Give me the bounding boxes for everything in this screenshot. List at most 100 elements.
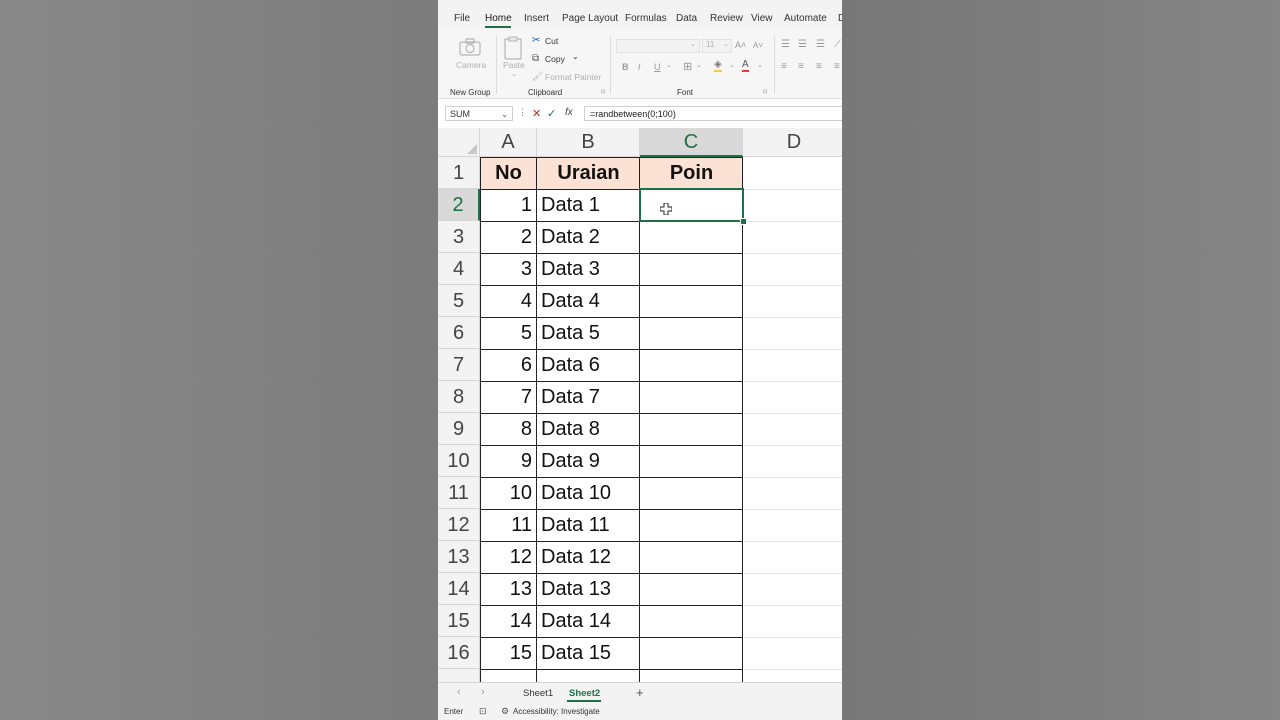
paste-button[interactable]: Paste ⌄	[500, 34, 526, 82]
tab-automate[interactable]: Automate	[784, 13, 827, 24]
font-color-icon[interactable]: A	[742, 60, 749, 72]
insert-function-button[interactable]: fx	[565, 107, 573, 118]
cut-button[interactable]: ✂ Cut	[532, 35, 592, 48]
cell-no[interactable]: 13	[480, 573, 537, 605]
column-header-d[interactable]: D	[743, 128, 842, 157]
chevron-right-icon[interactable]: ›	[481, 686, 485, 698]
cell-poin[interactable]	[640, 253, 743, 285]
cell-no[interactable]: 12	[480, 541, 537, 573]
cell-uraian[interactable]: Data 8	[537, 413, 640, 445]
column-header-c[interactable]: C	[640, 128, 743, 157]
cell-no[interactable]: 3	[480, 253, 537, 285]
cell-no[interactable]: 10	[480, 477, 537, 509]
clipboard-launcher-icon[interactable]: ⧅	[601, 88, 605, 96]
active-cell-selection[interactable]	[639, 188, 744, 222]
row-header-4[interactable]: 4	[438, 253, 480, 285]
tab-view[interactable]: View	[751, 13, 773, 24]
cell-poin[interactable]	[640, 605, 743, 637]
cell-uraian[interactable]: Data 1	[537, 189, 640, 221]
cell-no[interactable]: 9	[480, 445, 537, 477]
row-header-17[interactable]	[438, 669, 480, 682]
row-header-16[interactable]: 16	[438, 637, 480, 669]
select-all-corner[interactable]	[438, 128, 480, 157]
camera-button[interactable]: Camera	[452, 36, 488, 78]
copy-button[interactable]: ⧉ Copy ⌄	[532, 52, 592, 66]
cell-no[interactable]: 5	[480, 317, 537, 349]
row-header-10[interactable]: 10	[438, 445, 480, 477]
font-name-dropdown[interactable]: ⌄	[616, 39, 700, 53]
underline-button[interactable]: U	[654, 62, 661, 72]
align-right-icon[interactable]: ≡	[816, 61, 822, 72]
sheet-tab-sheet2[interactable]: Sheet2	[569, 688, 600, 699]
check-icon[interactable]: ✓	[547, 107, 556, 120]
cell-no[interactable]: 6	[480, 349, 537, 381]
row-header-8[interactable]: 8	[438, 381, 480, 413]
row-header-9[interactable]: 9	[438, 413, 480, 445]
cell-uraian[interactable]: Data 7	[537, 381, 640, 413]
orientation-icon[interactable]: ⟋	[834, 39, 841, 50]
align-middle-icon[interactable]: ☰	[798, 39, 807, 50]
fill-handle[interactable]	[740, 218, 747, 225]
align-center-icon[interactable]: ≡	[798, 61, 804, 72]
accessibility-icon[interactable]: ⚙	[501, 706, 509, 717]
cell-uraian[interactable]: Data 4	[537, 285, 640, 317]
cell-poin[interactable]	[640, 285, 743, 317]
cell-no[interactable]: 2	[480, 221, 537, 253]
decrease-font-icon[interactable]: A˅	[753, 41, 763, 50]
cell-poin[interactable]	[640, 477, 743, 509]
cell-poin[interactable]	[640, 445, 743, 477]
row-header-7[interactable]: 7	[438, 349, 480, 381]
cell-uraian[interactable]: Data 5	[537, 317, 640, 349]
accessibility-status[interactable]: Accessibility: Investigate	[513, 707, 600, 716]
cell-no[interactable]: 1	[480, 189, 537, 221]
name-box[interactable]: SUM ⌄	[445, 106, 513, 121]
fill-color-icon[interactable]: ◈	[714, 60, 722, 72]
cell-uraian[interactable]: Data 15	[537, 637, 640, 669]
row-header-14[interactable]: 14	[438, 573, 480, 605]
cell-no[interactable]: 7	[480, 381, 537, 413]
cell-uraian[interactable]: Data 3	[537, 253, 640, 285]
align-top-icon[interactable]: ☰	[781, 39, 790, 50]
indent-icon[interactable]: ≡	[834, 61, 840, 72]
chevron-left-icon[interactable]: ‹	[457, 686, 461, 698]
cell-uraian[interactable]: Data 9	[537, 445, 640, 477]
italic-button[interactable]: I	[638, 62, 641, 72]
cell-uraian[interactable]: Data 10	[537, 477, 640, 509]
cell-no[interactable]: 4	[480, 285, 537, 317]
cell-uraian[interactable]: Data 14	[537, 605, 640, 637]
cell-uraian[interactable]: Data 11	[537, 509, 640, 541]
cell-poin[interactable]	[640, 541, 743, 573]
tab-file[interactable]: File	[454, 13, 470, 24]
bold-button[interactable]: B	[622, 62, 629, 72]
font-size-dropdown[interactable]: 11 ⌄	[702, 39, 732, 53]
column-header-b[interactable]: B	[537, 128, 640, 157]
cell-no[interactable]: 15	[480, 637, 537, 669]
cell-poin[interactable]	[640, 573, 743, 605]
align-bottom-icon[interactable]: ☰	[816, 39, 825, 50]
tab-page-layout[interactable]: Page Layout	[562, 13, 618, 24]
cell-poin[interactable]	[640, 381, 743, 413]
cell-poin[interactable]	[640, 509, 743, 541]
header-cell-no[interactable]: No	[480, 157, 537, 189]
column-header-a[interactable]: A	[480, 128, 537, 157]
row-header-6[interactable]: 6	[438, 317, 480, 349]
tab-formulas[interactable]: Formulas	[625, 13, 667, 24]
align-left-icon[interactable]: ≡	[781, 61, 787, 72]
cell-poin[interactable]	[640, 221, 743, 253]
row-header-15[interactable]: 15	[438, 605, 480, 637]
cell-poin[interactable]	[640, 413, 743, 445]
cell-uraian[interactable]: Data 6	[537, 349, 640, 381]
cell-poin[interactable]	[640, 349, 743, 381]
cell-uraian[interactable]: Data 13	[537, 573, 640, 605]
header-cell-poin[interactable]: Poin	[640, 157, 743, 189]
tab-home[interactable]: Home	[485, 13, 512, 24]
sheet-tab-sheet1[interactable]: Sheet1	[523, 688, 553, 699]
cell-poin[interactable]	[640, 317, 743, 349]
close-icon[interactable]: ✕	[532, 107, 541, 120]
cell-no[interactable]: 8	[480, 413, 537, 445]
macro-record-icon[interactable]: ⊡	[479, 706, 487, 717]
font-launcher-icon[interactable]: ⧅	[763, 88, 767, 96]
cell-uraian[interactable]: Data 2	[537, 221, 640, 253]
row-header-2[interactable]: 2	[438, 189, 480, 221]
row-header-12[interactable]: 12	[438, 509, 480, 541]
